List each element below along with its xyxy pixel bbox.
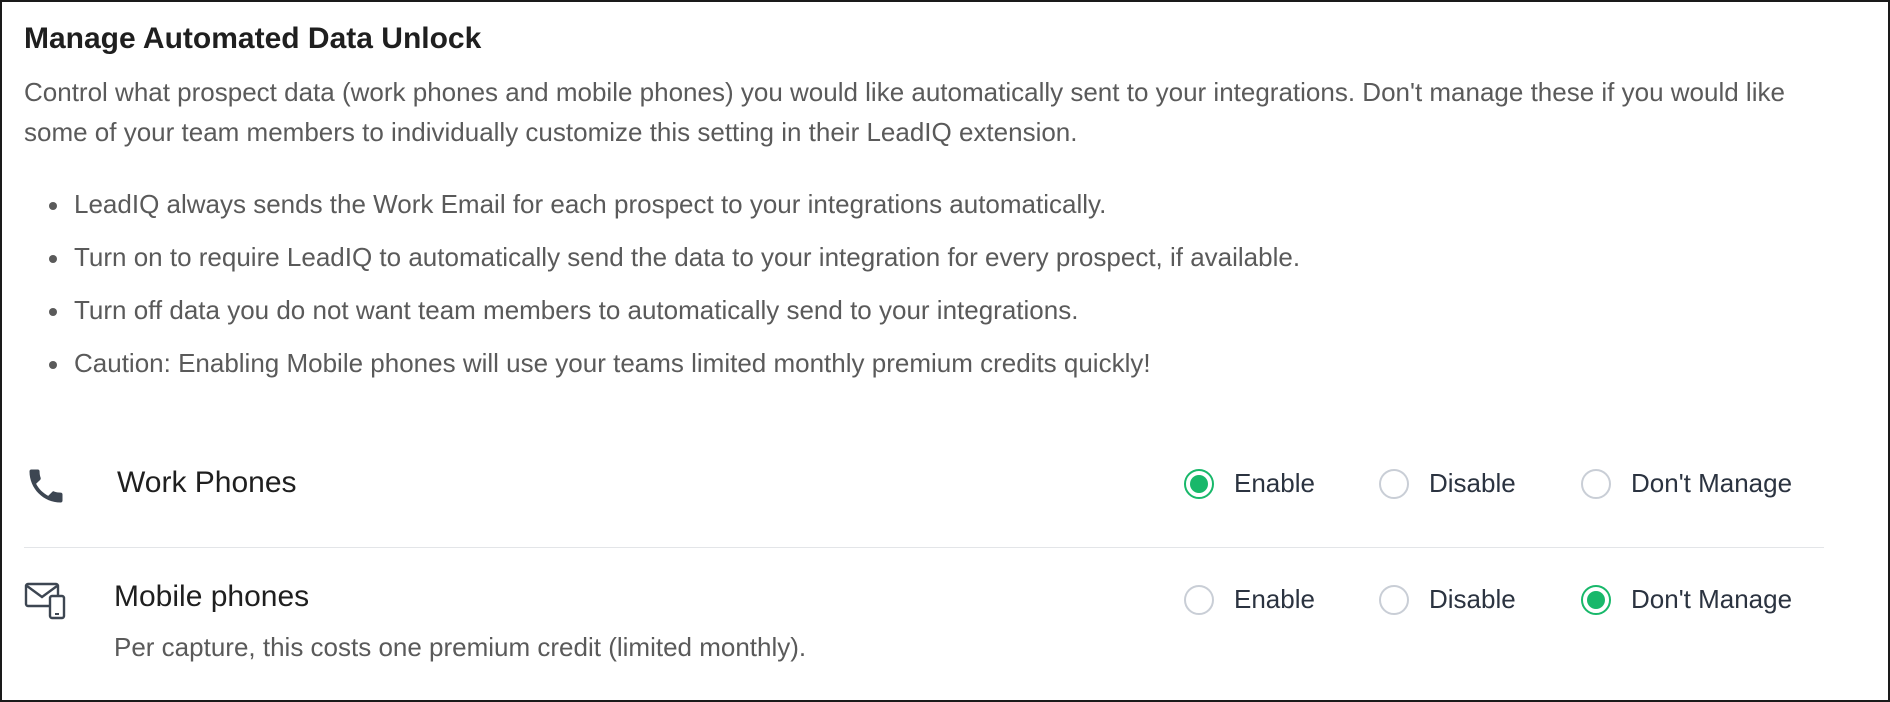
row-divider [24,547,1824,548]
mobile-envelope-icon [24,580,68,624]
work-phones-label: Work Phones [117,466,297,499]
mobile-phones-subtext: Per capture, this costs one premium cred… [114,632,807,662]
phone-icon [24,464,68,508]
work-phones-row: Work Phones Enable Disable Don't Manage [24,460,1824,530]
section-title: Manage Automated Data Unlock [24,22,482,55]
option-label: Disable [1429,584,1516,614]
mobile-phones-enable-radio[interactable] [1184,584,1214,615]
section-description: Control what prospect data (work phones … [24,77,1785,147]
work-phones-dont-manage-option[interactable]: Don't Manage [1581,468,1792,499]
work-phones-enable-radio[interactable] [1184,468,1214,499]
work-phones-disable-radio[interactable] [1379,468,1409,499]
bullet-item: LeadIQ always sends the Work Email for e… [48,178,1300,231]
option-label: Don't Manage [1631,584,1793,614]
bullet-item: Caution: Enabling Mobile phones will use… [48,337,1300,390]
option-label: Enable [1234,468,1315,498]
mobile-phones-dont-manage-option[interactable]: Don't Manage [1581,584,1792,615]
mobile-phones-label: Mobile phones [114,580,310,613]
work-phones-disable-option[interactable]: Disable [1379,468,1516,499]
work-phones-enable-option[interactable]: Enable [1184,468,1315,499]
work-phones-dont-manage-radio[interactable] [1581,468,1611,499]
bullet-item: Turn on to require LeadIQ to automatical… [48,231,1300,284]
settings-panel: Manage Automated Data Unlock Control wha… [0,0,1890,702]
info-bullet-list: LeadIQ always sends the Work Email for e… [24,178,1300,390]
bullet-item: Turn off data you do not want team membe… [48,284,1300,337]
mobile-phones-disable-option[interactable]: Disable [1379,584,1516,615]
mobile-phones-disable-radio[interactable] [1379,584,1409,615]
option-label: Enable [1234,584,1315,614]
mobile-phones-row: Mobile phones Per capture, this costs on… [24,576,1824,676]
mobile-phones-dont-manage-radio[interactable] [1581,584,1611,615]
option-label: Don't Manage [1631,468,1793,498]
option-label: Disable [1429,468,1516,498]
mobile-phones-enable-option[interactable]: Enable [1184,584,1315,615]
